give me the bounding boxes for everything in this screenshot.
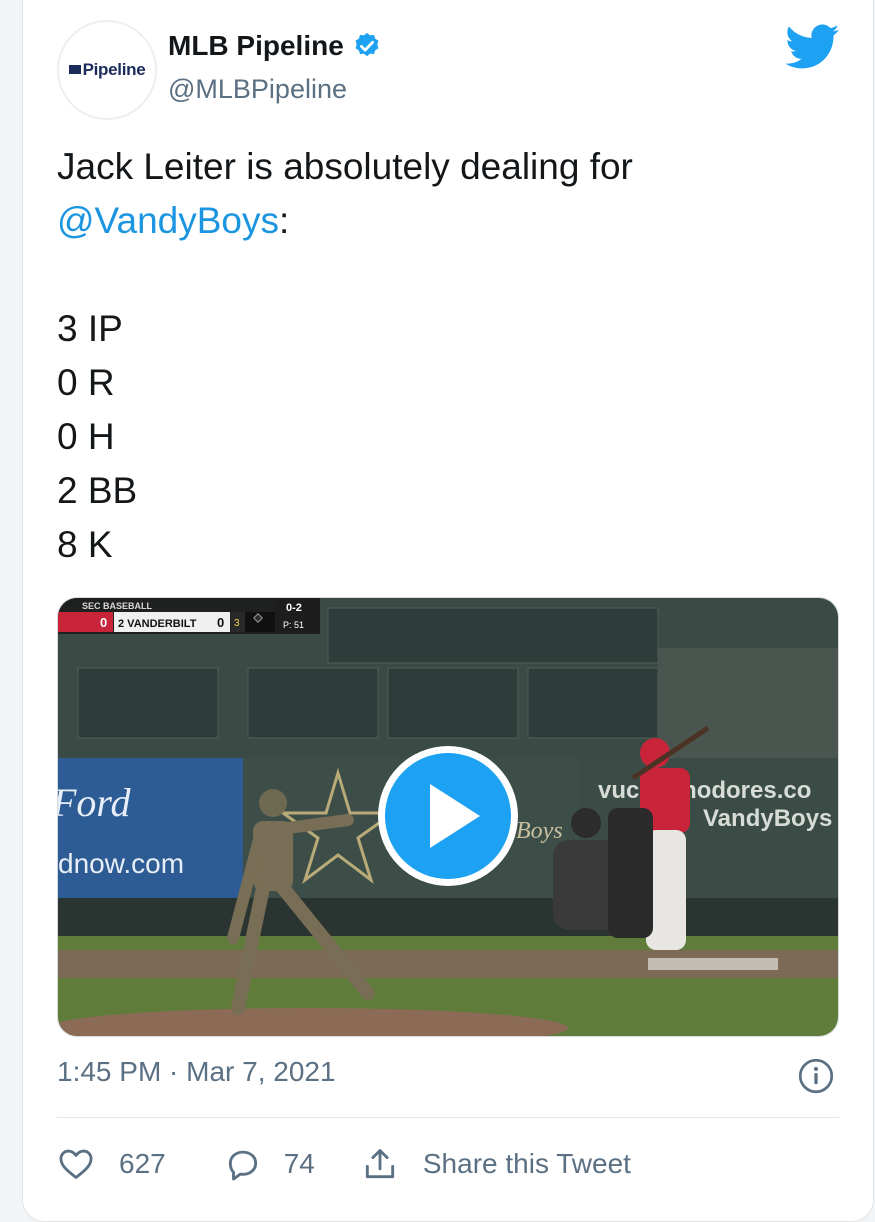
scorebug-away-score: 0	[100, 615, 107, 630]
info-icon[interactable]	[798, 1058, 834, 1094]
reply-count: 74	[283, 1148, 315, 1179]
stat-line: 3 IP	[57, 308, 123, 349]
share-label: Share this Tweet	[422, 1148, 631, 1179]
mlb-pipeline-logo: Pipeline	[68, 60, 146, 80]
reply-bubble-icon	[228, 1150, 257, 1181]
like-count: 627	[119, 1148, 166, 1179]
stat-line: 2 BB	[57, 470, 138, 511]
avatar[interactable]: Pipeline	[57, 20, 157, 120]
like-button[interactable]: 627	[57, 1145, 166, 1183]
mention-link[interactable]: @VandyBoys	[57, 200, 279, 241]
tweet-text-colon: :	[278, 200, 290, 241]
scorebug-home-score: 0	[217, 615, 224, 630]
video-frame: Ford dnow.com vucommodores.co VandyBoys …	[58, 598, 838, 1036]
scorebug-pitch-count: P: 51	[283, 620, 304, 630]
tweet-body: Jack Leiter is absolutely dealing for @V…	[57, 140, 633, 572]
heart-icon	[59, 1149, 93, 1179]
verified-badge-icon	[355, 32, 379, 57]
wall-ad-url: vucommodores.co	[598, 777, 811, 804]
tweet-timestamp[interactable]: 1:45 PM · Mar 7, 2021	[57, 1056, 336, 1088]
account-name-text: MLB Pipeline	[168, 30, 344, 61]
wall-ad-boys: Boys	[516, 818, 563, 844]
divider	[57, 1117, 839, 1118]
wall-ad-ford: Ford	[58, 780, 132, 825]
reply-button[interactable]: 74	[224, 1145, 315, 1183]
stat-line: 0 H	[57, 416, 115, 457]
wall-ad-vandyboys: VandyBoys	[703, 805, 832, 832]
stat-line: 8 K	[57, 524, 113, 565]
account-handle[interactable]: @MLBPipeline	[168, 74, 347, 105]
scorebug-inning: 3	[234, 618, 240, 629]
play-button[interactable]	[378, 746, 518, 886]
stat-line: 0 R	[57, 362, 115, 403]
wall-ad-dnow: dnow.com	[58, 848, 184, 879]
scorebug-league: SEC BASEBALL	[82, 601, 153, 611]
video-player[interactable]: Ford dnow.com vucommodores.co VandyBoys …	[57, 597, 839, 1037]
account-name[interactable]: MLB Pipeline	[168, 30, 382, 62]
scorebug: SEC BASEBALL 0 2 VANDERBILT 0 3 0-2 P: 5…	[58, 598, 320, 634]
share-button[interactable]: Share this Tweet	[361, 1145, 631, 1183]
tweet-text-intro: Jack Leiter is absolutely dealing for	[57, 146, 633, 187]
scorebug-count: 0-2	[286, 602, 302, 614]
twitter-bird-icon[interactable]	[786, 24, 840, 70]
tweet-actions: 627 74 Share this Tweet	[57, 1144, 631, 1184]
share-upload-icon	[365, 1149, 394, 1179]
scorebug-home-team: 2 VANDERBILT	[118, 618, 197, 630]
